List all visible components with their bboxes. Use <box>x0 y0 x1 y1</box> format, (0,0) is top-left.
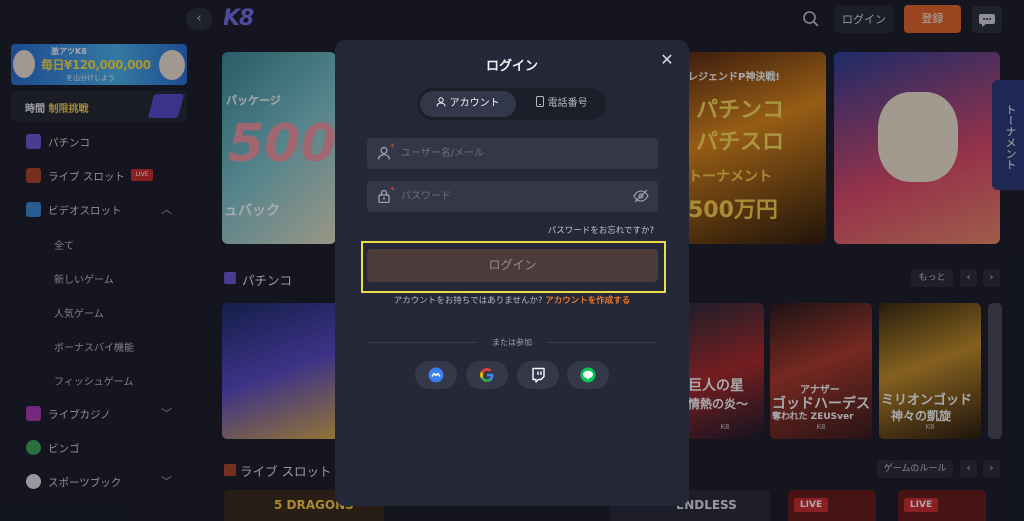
lock-icon <box>378 189 390 203</box>
phone-icon <box>536 96 545 107</box>
metamask-login-button[interactable] <box>415 361 457 389</box>
twitch-login-button[interactable] <box>517 361 559 389</box>
metamask-icon <box>428 367 444 383</box>
required-asterisk: * <box>390 186 395 196</box>
tab-label: 電話番号 <box>547 98 588 109</box>
google-login-button[interactable] <box>466 361 508 389</box>
tab-account[interactable]: アカウント <box>420 91 516 117</box>
password-field[interactable]: * <box>367 181 658 212</box>
login-method-tabs: アカウント 電話番号 <box>417 88 607 120</box>
create-account-link[interactable]: アカウントを作成する <box>545 296 630 306</box>
username-input[interactable] <box>401 138 621 169</box>
tab-label: アカウント <box>449 98 500 109</box>
password-input[interactable] <box>401 181 621 212</box>
login-modal: ログイン ✕ アカウント 電話番号 * ユーザー名/メール * パスワードをお忘… <box>335 40 689 506</box>
modal-title: ログイン <box>485 59 538 74</box>
user-icon <box>377 146 391 160</box>
close-icon[interactable]: ✕ <box>659 52 675 68</box>
username-field[interactable]: * <box>367 138 658 169</box>
no-account-text: アカウントをお持ちではありませんか? <box>393 296 546 306</box>
tab-phone[interactable]: 電話番号 <box>519 91 605 117</box>
forgot-password-link[interactable]: パスワードをお忘れですか? <box>335 224 654 236</box>
login-submit-button[interactable]: ログイン <box>367 249 658 282</box>
twitch-icon <box>532 367 545 383</box>
google-icon <box>480 368 494 382</box>
line-icon <box>580 367 596 383</box>
signup-prompt: アカウントをお持ちではありませんか? アカウントを作成する <box>335 294 689 306</box>
eye-off-icon[interactable] <box>633 189 649 203</box>
user-icon <box>436 97 446 107</box>
line-login-button[interactable] <box>567 361 609 389</box>
required-asterisk: * <box>390 143 395 153</box>
divider <box>547 342 657 343</box>
